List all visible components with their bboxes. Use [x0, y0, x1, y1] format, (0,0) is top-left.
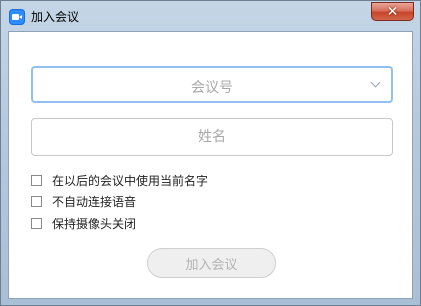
no-auto-audio-checkbox-row[interactable]: 不自动连接语音 — [31, 193, 136, 209]
remember-name-label: 在以后的会议中使用当前名字 — [52, 173, 209, 188]
window-title: 加入会议 — [31, 10, 80, 24]
camera-off-checkbox[interactable] — [31, 217, 42, 229]
zoom-app-icon — [9, 9, 25, 25]
close-icon: ✕ — [386, 3, 399, 20]
join-button-label: 加入会议 — [185, 257, 238, 273]
no-auto-audio-label: 不自动连接语音 — [52, 194, 137, 209]
no-auto-audio-checkbox[interactable] — [31, 195, 42, 207]
camera-off-checkbox-row[interactable]: 保持摄像头关闭 — [31, 215, 136, 231]
dialog-body: 会议号 在以后的会议中使用当前名字 不自动连接语音 保持摄像头关闭 加入会议 — [8, 31, 413, 299]
meeting-id-placeholder: 会议号 — [191, 80, 233, 96]
join-meeting-dialog: 加入会议 ✕ 会议号 在以后的会议中使用当前名字 不自动连接语音 保持摄像头关闭… — [0, 0, 421, 306]
remember-name-checkbox-row[interactable]: 在以后的会议中使用当前名字 — [31, 172, 208, 188]
remember-name-checkbox[interactable] — [31, 174, 42, 186]
close-button[interactable]: ✕ — [371, 2, 414, 21]
title-bar: 加入会议 ✕ — [1, 1, 420, 31]
meeting-id-combobox[interactable]: 会议号 — [31, 66, 393, 103]
name-input[interactable] — [31, 118, 393, 156]
join-button[interactable]: 加入会议 — [147, 248, 276, 278]
camera-off-label: 保持摄像头关闭 — [52, 216, 137, 231]
